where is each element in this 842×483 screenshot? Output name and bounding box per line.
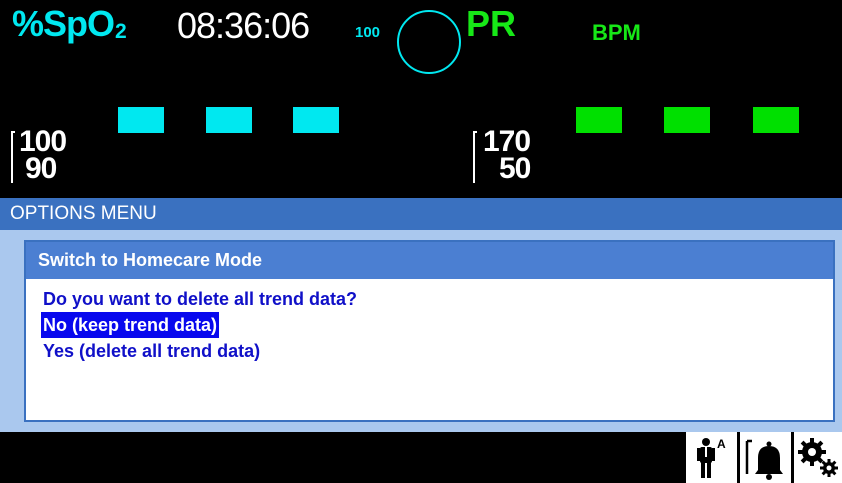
options-menu: OPTIONS MENU Switch to Homecare Mode Do …	[0, 198, 842, 432]
pr-value-placeholder-dash	[576, 107, 622, 133]
option-keep-trend-data[interactable]: No (keep trend data)	[41, 312, 220, 338]
patient-adult-icon: A	[697, 437, 726, 478]
svg-text:A: A	[717, 437, 726, 451]
homecare-mode-dialog: Switch to Homecare Mode Do you want to d…	[24, 240, 835, 422]
status-bar: A	[0, 432, 842, 483]
alarm-bell-icon	[745, 439, 783, 480]
clock: 08:36:06	[177, 5, 310, 46]
pr-label: PR	[466, 3, 517, 44]
dialog-body: Do you want to delete all trend data? No…	[26, 279, 833, 364]
spo2-low-limit: 90	[25, 152, 57, 185]
spo2-value-placeholder-dash	[206, 107, 252, 133]
spo2-high-limit: 100	[19, 125, 67, 158]
spo2-limit-bracket	[11, 131, 15, 183]
pr-limit-bracket	[473, 131, 477, 183]
vital-signs-display: %SpO2 08:36:06 100 PR BPM 100 90 170 50	[0, 0, 842, 198]
pleth-scale-value: 100	[355, 24, 381, 41]
spo2-value-placeholder-dash	[293, 107, 339, 133]
pr-value-placeholder-dash	[664, 107, 710, 133]
patient-mode-button[interactable]: A	[686, 432, 737, 483]
alarm-button[interactable]	[740, 432, 791, 483]
bpm-label: BPM	[592, 20, 641, 45]
settings-gears-icon	[798, 438, 838, 477]
dialog-question: Do you want to delete all trend data?	[43, 289, 358, 309]
pr-low-limit: 50	[499, 152, 531, 185]
pr-value-placeholder-dash	[753, 107, 799, 133]
settings-button[interactable]	[794, 432, 842, 483]
pulse-indicator-icon	[397, 10, 461, 74]
options-menu-title: OPTIONS MENU	[0, 198, 842, 230]
option-delete-trend-data[interactable]: Yes (delete all trend data)	[41, 338, 262, 364]
pr-high-limit: 170	[483, 125, 531, 158]
spo2-label: %SpO2	[12, 3, 127, 44]
spo2-value-placeholder-dash	[118, 107, 164, 133]
dialog-title: Switch to Homecare Mode	[26, 242, 833, 279]
